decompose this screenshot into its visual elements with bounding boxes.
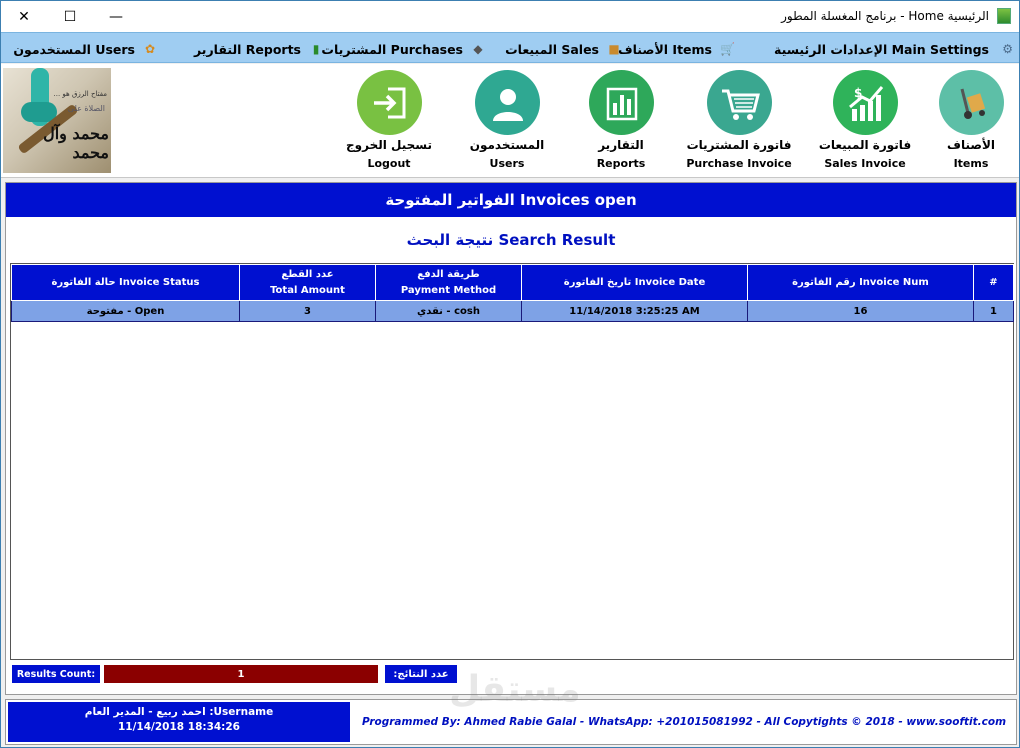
menu-bar: ⚙ الإعدادات الرئيسية Main Settings الأصن…: [1, 32, 1019, 63]
settings-gear-icon: ⚙: [1002, 42, 1013, 56]
table-row[interactable]: مفتوحة - Open 3 نقدي - cosh 11/14/2018 3…: [11, 300, 1014, 322]
users-label-en: Users: [489, 157, 525, 170]
users-button[interactable]: المستخدمون Users: [447, 70, 567, 176]
logout-label-en: Logout: [367, 157, 411, 170]
col-header-payment[interactable]: طريقة الدفع Payment Method: [375, 264, 522, 301]
dolly-icon: [939, 70, 1004, 135]
panel-title: الفواتير المفتوحة Invoices open: [6, 183, 1016, 217]
title-bar: ✕ ☐ — الرئيسية Home - برنامج المغسلة الم…: [1, 1, 1019, 32]
col-index-label: #: [989, 276, 998, 288]
reports-label-en: Reports: [596, 157, 646, 170]
sales-invoice-label-ar: فاتورة المبيعات: [818, 138, 912, 152]
cell-index[interactable]: 1: [973, 300, 1014, 322]
menu-sales[interactable]: المبيعات Sales ■: [505, 40, 621, 58]
logo-text-2: الصلاة على: [67, 104, 105, 113]
growth-chart-icon: $: [833, 70, 898, 135]
cell-status[interactable]: مفتوحة - Open: [11, 300, 240, 322]
menu-items[interactable]: الأصناف Items 🛒: [618, 40, 735, 58]
logo-image: مفتاح الرزق هو ... الصلاة على محمد وآل م…: [3, 68, 111, 173]
reports-label-ar: التقارير: [598, 138, 644, 152]
cell-date[interactable]: 11/14/2018 3:25:25 AM: [521, 300, 748, 322]
menu-purchases[interactable]: المشتريات Purchases ◆: [321, 40, 485, 58]
user-icon: [475, 70, 540, 135]
minimize-icon: —: [109, 8, 123, 25]
invoices-table: حالة الفاتورة Invoice Status عدد القطع To…: [11, 264, 1014, 322]
col-payment-label-ar: طريقة الدفع: [417, 268, 480, 280]
users-icon: ✿: [144, 42, 156, 56]
menu-users[interactable]: المستخدمون Users ✿: [13, 40, 157, 58]
logout-icon: [357, 70, 422, 135]
reports-button[interactable]: التقارير Reports: [561, 70, 681, 176]
menu-reports[interactable]: التقارير Reports ▮: [194, 40, 323, 58]
menu-purchases-label: المشتريات Purchases: [321, 41, 463, 57]
svg-text:$: $: [854, 86, 862, 100]
col-header-status[interactable]: حالة الفاتورة Invoice Status: [11, 264, 240, 301]
items-label-ar: الأصناف: [947, 138, 995, 152]
user-info-box: Username: احمد ربيع - المدير العام 11/14…: [8, 702, 350, 742]
menu-reports-label: التقارير Reports: [193, 41, 301, 57]
results-count-label-ar: عدد النتائج:: [385, 665, 457, 683]
invoices-panel: الفواتير المفتوحة Invoices open نتيجة ال…: [5, 182, 1017, 695]
close-icon: ✕: [18, 8, 30, 25]
col-num-label: رقم الفاتورة Invoice Num: [792, 276, 929, 288]
username-text: Username: احمد ربيع - المدير العام: [84, 706, 274, 718]
col-header-index[interactable]: #: [973, 264, 1014, 301]
users-label-ar: المستخدمون: [469, 138, 545, 152]
minimize-button[interactable]: —: [93, 1, 139, 32]
app-icon: [997, 8, 1011, 24]
maximize-icon: ☐: [63, 8, 77, 25]
menu-main-settings[interactable]: الإعدادات الرئيسية Main Settings: [774, 40, 989, 58]
logout-button[interactable]: تسجيل الخروج Logout: [329, 70, 449, 176]
sales-invoice-label-en: Sales Invoice: [824, 157, 906, 170]
app-window: ✕ ☐ — الرئيسية Home - برنامج المغسلة الم…: [0, 0, 1020, 748]
menu-users-label: المستخدمون Users: [13, 41, 135, 57]
datetime-text: 11/14/2018 18:34:26: [117, 721, 240, 733]
col-payment-label-en: Payment Method: [400, 284, 497, 296]
cart-icon: 🛒: [720, 42, 735, 56]
purchase-invoice-button[interactable]: فاتورة المشتريات Purchase Invoice: [679, 70, 799, 176]
window-title: الرئيسية Home - برنامج المغسلة المطور: [781, 9, 989, 23]
purchases-icon: ◆: [473, 42, 483, 56]
results-count-value: 1: [104, 665, 378, 683]
credit-text: Programmed By: Ahmed Rabie Galal - Whats…: [361, 716, 1007, 728]
col-total-label-ar: عدد القطع: [281, 268, 334, 280]
purchase-invoice-label-ar: فاتورة المشتريات: [686, 138, 792, 152]
shopping-cart-icon: [707, 70, 772, 135]
search-result-title: نتيجة البحث Search Result: [406, 231, 616, 249]
box-icon: ■: [608, 42, 620, 56]
report-chart-icon: [589, 70, 654, 135]
menu-sales-label: المبيعات Sales: [505, 41, 599, 57]
sales-invoice-button[interactable]: $ فاتورة المبيعات Sales Invoice: [805, 70, 925, 176]
cell-num[interactable]: 16: [747, 300, 974, 322]
menu-items-label: الأصناف Items: [618, 41, 712, 57]
bar-chart-icon: ▮: [312, 42, 320, 56]
cell-payment[interactable]: نقدي - cosh: [375, 300, 522, 322]
col-header-num[interactable]: رقم الفاتورة Invoice Num: [747, 264, 974, 301]
maximize-button[interactable]: ☐: [47, 1, 93, 32]
items-button[interactable]: الأصناف Items: [911, 70, 1020, 176]
logo-text-3: محمد وآل محمد: [43, 124, 109, 162]
purchase-invoice-label-en: Purchase Invoice: [686, 157, 792, 170]
close-button[interactable]: ✕: [1, 1, 47, 32]
logout-label-ar: تسجيل الخروج: [346, 138, 432, 152]
col-header-total[interactable]: عدد القطع Total Amount: [239, 264, 376, 301]
table-header-row: حالة الفاتورة Invoice Status عدد القطع To…: [11, 264, 1014, 301]
toolbar: مفتاح الرزق هو ... الصلاة على محمد وآل م…: [1, 64, 1019, 178]
cell-total[interactable]: 3: [239, 300, 376, 322]
col-status-label: حالة الفاتورة Invoice Status: [51, 276, 200, 288]
col-date-label: تاريخ الفاتورة Invoice Date: [563, 276, 706, 288]
logo-text-1: مفتاح الرزق هو ...: [53, 90, 107, 98]
status-footer: Username: احمد ربيع - المدير العام 11/14…: [5, 699, 1017, 745]
items-label-en: Items: [953, 157, 989, 170]
col-total-label-en: Total Amount: [270, 284, 345, 296]
menu-main-settings-label: الإعدادات الرئيسية Main Settings: [774, 41, 989, 57]
col-header-date[interactable]: تاريخ الفاتورة Invoice Date: [521, 264, 748, 301]
invoices-grid[interactable]: حالة الفاتورة Invoice Status عدد القطع To…: [10, 263, 1014, 660]
results-count-label: Results Count:: [12, 665, 100, 683]
